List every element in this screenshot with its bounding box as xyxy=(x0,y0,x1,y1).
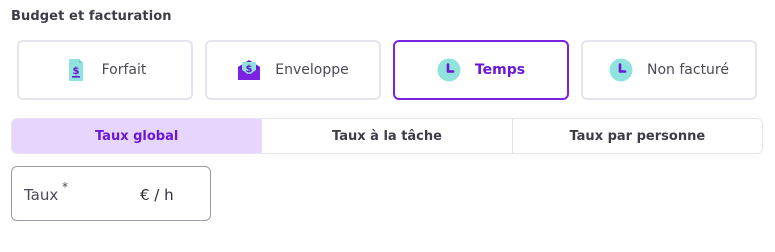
billing-card-non-facture[interactable]: Non facturé xyxy=(581,40,757,100)
billing-card-label: Forfait xyxy=(101,62,147,78)
billing-card-forfait[interactable]: $ Forfait xyxy=(17,40,193,100)
clock-icon xyxy=(437,58,461,82)
required-mark: * xyxy=(62,180,68,194)
tab-taux-global[interactable]: Taux global xyxy=(12,119,263,153)
clock-icon xyxy=(609,58,633,82)
rate-unit: € / h xyxy=(140,186,174,204)
budget-billing-section: Budget et facturation $ Forfait $ Envelo… xyxy=(0,0,775,252)
envelope-dollar-icon: $ xyxy=(238,60,261,80)
billing-card-label: Enveloppe xyxy=(275,62,349,78)
invoice-dollar-icon: $ xyxy=(68,59,83,81)
billing-card-label: Non facturé xyxy=(647,62,729,78)
billing-card-enveloppe[interactable]: $ Enveloppe xyxy=(205,40,381,100)
rate-field-label: Taux xyxy=(24,186,59,204)
tab-taux-par-personne[interactable]: Taux par personne xyxy=(512,119,762,153)
rate-field: Taux * € / h xyxy=(11,166,211,221)
section-title: Budget et facturation xyxy=(11,9,172,24)
svg-text:$: $ xyxy=(72,66,79,77)
rate-input[interactable] xyxy=(72,181,132,207)
billing-type-selector: $ Forfait $ Enveloppe Temps Non facturé xyxy=(17,40,763,100)
rate-type-tabs: Taux global Taux à la tâche Taux par per… xyxy=(11,118,763,154)
billing-card-label: Temps xyxy=(474,62,526,78)
billing-card-temps[interactable]: Temps xyxy=(393,40,569,100)
tab-taux-a-la-tache[interactable]: Taux à la tâche xyxy=(262,119,513,153)
